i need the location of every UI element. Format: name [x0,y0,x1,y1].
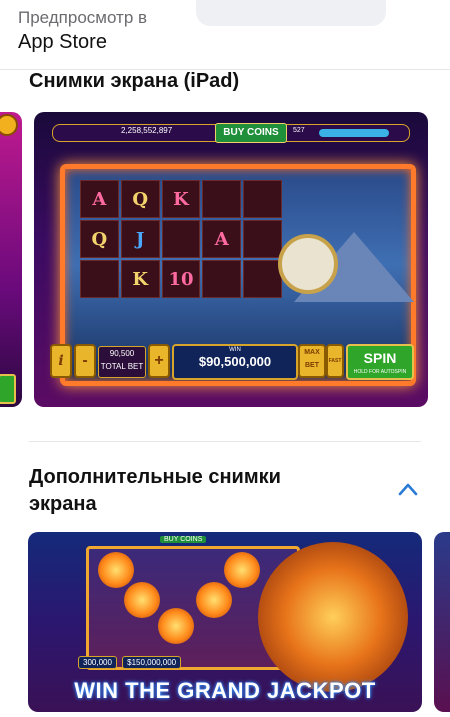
lion-symbol [196,582,232,618]
spin-hint: HOLD FOR AUTOSPIN [353,369,407,375]
bet-minus-button: - [74,344,96,378]
reel-symbol: K [120,260,160,298]
max-bet-button: MAX BET [298,344,326,378]
lion-symbol [98,552,134,588]
grand-jackpot-tagline: WIN THE GRAND JACKPOT [74,678,376,703]
level-value: 527 [293,127,305,134]
reel-symbol: A [202,220,242,258]
reel-symbol: A [80,180,119,218]
screenshot-jackpot[interactable]: BUY COINS 300,000 $150,000,000 WIN THE G… [28,532,422,712]
ipad-screenshots-title: Снимки экрана (iPad) [29,70,240,92]
header-pill [196,0,386,26]
reel-symbol [202,180,242,218]
bet-plus-button: + [148,344,170,378]
screenshot-previous[interactable] [0,112,22,407]
screenshot-ipad-slot[interactable]: 2,258,552,897 BUY COINS 527 A Q K Q J A … [34,112,428,407]
preview-label: Предпросмотр в [18,8,148,27]
screenshot-next[interactable] [434,532,450,712]
store-label: App Store [18,31,107,53]
reel-symbol: Q [80,220,119,258]
reel-symbol: K [161,180,201,218]
section-divider [29,441,421,442]
spin-label: SPIN [363,350,397,366]
app-store-header: Предпросмотр в App Store [0,0,450,70]
game-hud: 2,258,552,897 BUY COINS 527 [52,123,410,143]
jackpot-hud: BUY COINS [90,536,290,546]
win-label: WIN [229,347,241,353]
reel-symbol [161,220,201,258]
total-bet-label: TOTAL BET [100,362,144,371]
reel-symbol [80,260,119,298]
reel-symbol: 10 [161,260,201,298]
chevron-up-icon[interactable] [398,482,418,496]
lion-symbol [224,552,260,588]
coin-icon [0,114,18,136]
jackpot-buy-coins: BUY COINS [160,536,207,543]
reel-symbol: J [120,220,160,258]
reel-symbol [243,220,282,258]
reel-grid: A Q K Q J A K 10 [80,180,282,298]
jackpot-bet-value: 300,000 [78,656,117,669]
more-screenshots-title: Дополнительные снимки экрана [29,466,281,515]
pocket-watch-art [278,234,338,294]
jackpot-bet-bar: 300,000 $150,000,000 [78,656,298,672]
balance-value: 2,258,552,897 [121,126,173,135]
jackpot-win-amount: $150,000,000 [122,656,182,669]
lion-symbol [158,608,194,644]
level-progress-bar [319,129,389,137]
fast-button: FAST [326,344,344,378]
spin-button: SPIN HOLD FOR AUTOSPIN [346,344,414,380]
game-controls: i - 90,500 TOTAL BET + WIN $90,500,000 M… [50,344,414,380]
total-bet-value: 90,500 [109,349,135,358]
total-bet-box: 90,500 TOTAL BET [98,346,146,378]
lion-symbol [124,582,160,618]
win-amount: $90,500,000 [198,354,272,369]
reel-symbol [202,260,242,298]
buy-coins-button: BUY COINS [215,123,287,143]
reel-symbol [243,260,282,298]
info-button: i [50,344,72,378]
reel-symbol: Q [120,180,160,218]
win-box: WIN $90,500,000 [172,344,298,380]
spin-button-fragment [0,374,16,404]
reel-symbol [243,180,282,218]
